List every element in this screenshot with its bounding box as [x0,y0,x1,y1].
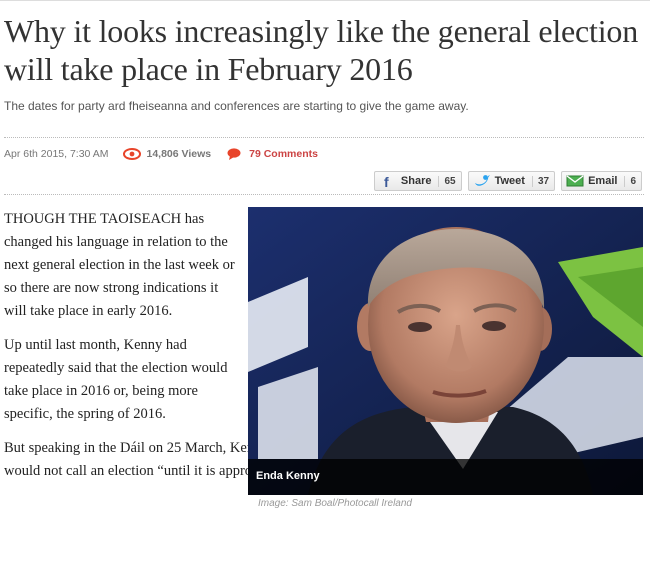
body-paragraph: THOUGH THE TAOISEACH has changed his lan… [4,211,235,319]
article-body: THOUGH THE TAOISEACH has changed his lan… [4,208,345,494]
divider [4,194,644,195]
article-headline: Why it looks increasingly like the gener… [4,13,639,87]
photo-credit: Image: Sam Boal/Photocall Ireland [258,498,412,509]
twitter-tweet-button[interactable]: Tweet 37 [467,171,556,191]
article-standfirst: The dates for party ard fheiseanna and c… [4,99,469,113]
publish-date: Apr 6th 2015, 7:30 AM [4,148,109,160]
twitter-bird-icon [473,174,491,188]
photo-illustration [248,207,643,495]
facebook-share-button[interactable]: f Share 65 [373,171,462,191]
photo-caption: Enda Kenny [256,470,320,482]
share-toolbar: f Share 65 Tweet 37 Email 6 [373,171,642,191]
email-share-label: Email [588,175,618,187]
speech-bubble-icon[interactable] [227,148,241,160]
photo-caption-bar: Enda Kenny [248,459,643,495]
divider [4,137,644,138]
envelope-icon [566,174,584,188]
email-share-count: 6 [624,175,636,187]
eye-icon [122,148,141,160]
email-share-button[interactable]: Email 6 [561,171,642,191]
facebook-share-label: Share [400,175,432,187]
svg-text:f: f [384,174,389,188]
facebook-icon: f [379,174,397,190]
facebook-share-count: 65 [438,175,456,187]
article-photo[interactable]: Enda Kenny [248,207,643,495]
article-meta: Apr 6th 2015, 7:30 AM 14,806 Views 79 Co… [4,146,318,162]
view-count: 14,806 Views [146,148,212,160]
twitter-tweet-count: 37 [531,175,549,187]
comment-count-link[interactable]: 79 Comments [249,148,318,160]
body-paragraph: Up until last month, Kenny had repeatedl… [4,337,228,422]
twitter-tweet-label: Tweet [494,175,525,187]
top-rule [0,0,650,3]
